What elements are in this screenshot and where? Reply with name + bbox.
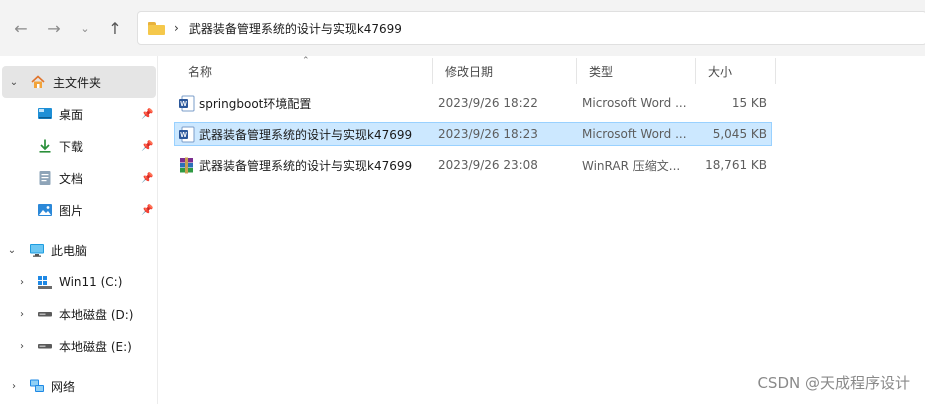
nav-item-drive-c[interactable]: › Win11 (C:)	[0, 266, 158, 298]
document-icon	[39, 171, 51, 185]
column-divider[interactable]	[775, 58, 776, 84]
file-row-selected[interactable]: W 武器装备管理系统的设计与实现k47699 2023/9/26 18:23 M…	[174, 122, 772, 146]
nav-label-documents: 文档	[59, 171, 84, 186]
chevron-right-icon[interactable]: ›	[16, 309, 28, 320]
up-arrow-icon[interactable]: ↑	[103, 16, 127, 40]
nav-label-pictures: 图片	[59, 203, 84, 218]
chevron-down-icon[interactable]: ⌄	[8, 77, 20, 88]
drive-icon	[38, 344, 52, 349]
pin-icon[interactable]: 📌	[141, 205, 153, 216]
pin-icon[interactable]: 📌	[141, 141, 153, 152]
file-size: 18,761 KB	[705, 158, 767, 172]
nav-item-network[interactable]: › 网络	[0, 370, 158, 402]
nav-label-drive-e: 本地磁盘 (E:)	[59, 339, 132, 354]
file-date: 2023/9/26 23:08	[438, 158, 538, 172]
nav-label-drive-c: Win11 (C:)	[59, 275, 123, 289]
back-arrow-icon[interactable]: ←	[9, 16, 33, 40]
column-header-type-label: 类型	[589, 64, 614, 79]
pin-icon[interactable]: 📌	[141, 109, 153, 120]
chevron-right-icon[interactable]: ›	[8, 381, 20, 392]
folder-icon	[148, 21, 165, 35]
file-type: WinRAR 压缩文...	[582, 158, 681, 173]
computer-icon	[30, 244, 44, 257]
nav-item-home[interactable]: ⌄ 主文件夹	[2, 66, 156, 98]
file-date: 2023/9/26 18:23	[438, 127, 538, 141]
nav-label-desktop: 桌面	[59, 107, 84, 122]
column-header-name[interactable]: 名称	[176, 58, 432, 84]
navigation-bar: ← → ⌄ ↑ › 武器装备管理系统的设计与实现k47699	[0, 0, 925, 56]
nav-item-drive-d[interactable]: › 本地磁盘 (D:)	[0, 298, 158, 330]
nav-label-this-pc: 此电脑	[51, 243, 88, 258]
chevron-right-icon[interactable]: ›	[16, 341, 28, 352]
navigation-pane: ⌄ 主文件夹 桌面 📌 下载 📌 文档 📌 图片 📌 ⌄ 此电脑 › Win11…	[0, 56, 158, 404]
nav-item-documents[interactable]: 文档 📌	[0, 162, 158, 194]
file-name: 武器装备管理系统的设计与实现k47699	[199, 158, 413, 173]
nav-label-downloads: 下载	[59, 139, 84, 154]
pin-icon[interactable]: 📌	[141, 173, 153, 184]
forward-arrow-icon[interactable]: →	[42, 16, 66, 40]
windows-drive-icon	[38, 276, 52, 289]
column-header-type[interactable]: 类型	[577, 58, 695, 84]
nav-item-drive-e[interactable]: › 本地磁盘 (E:)	[0, 330, 158, 362]
column-header-size[interactable]: 大小	[696, 58, 775, 84]
download-icon	[39, 139, 51, 153]
file-size: 15 KB	[731, 96, 767, 110]
chevron-right-icon[interactable]: ›	[16, 277, 28, 288]
file-type: Microsoft Word ...	[582, 96, 687, 110]
file-name: 武器装备管理系统的设计与实现k47699	[199, 127, 413, 142]
nav-item-pictures[interactable]: 图片 📌	[0, 194, 158, 226]
column-header-size-label: 大小	[708, 64, 733, 79]
file-row[interactable]: W springboot环境配置 2023/9/26 18:22 Microso…	[174, 91, 772, 115]
svg-text:W: W	[180, 101, 187, 108]
winrar-archive-icon	[180, 157, 193, 174]
column-header-name-label: 名称	[188, 64, 213, 79]
chevron-down-icon[interactable]: ⌄	[6, 245, 18, 256]
drive-icon	[38, 312, 52, 317]
nav-label-drive-d: 本地磁盘 (D:)	[59, 307, 134, 322]
recent-locations-chevron-icon[interactable]: ⌄	[73, 16, 97, 40]
nav-item-desktop[interactable]: 桌面 📌	[0, 98, 158, 130]
pictures-icon	[38, 204, 52, 216]
word-doc-icon: W	[179, 95, 195, 112]
address-bar[interactable]: › 武器装备管理系统的设计与实现k47699	[137, 11, 925, 45]
word-doc-icon: W	[179, 126, 195, 143]
nav-item-this-pc[interactable]: ⌄ 此电脑	[0, 234, 158, 266]
nav-item-downloads[interactable]: 下载 📌	[0, 130, 158, 162]
breadcrumb-current-folder[interactable]: 武器装备管理系统的设计与实现k47699	[189, 20, 402, 37]
watermark: CSDN @天成程序设计	[757, 374, 910, 392]
breadcrumb-separator-icon[interactable]: ›	[174, 21, 179, 35]
file-list-header: ⌃ 名称 修改日期 类型 大小	[176, 56, 776, 84]
file-type: Microsoft Word ...	[582, 127, 687, 141]
file-name: springboot环境配置	[199, 96, 312, 111]
nav-label-network: 网络	[51, 379, 76, 394]
file-date: 2023/9/26 18:22	[438, 96, 538, 110]
home-icon	[31, 75, 45, 88]
column-header-date-label: 修改日期	[445, 64, 494, 79]
network-icon	[30, 379, 44, 392]
file-row[interactable]: 武器装备管理系统的设计与实现k47699 2023/9/26 23:08 Win…	[174, 153, 772, 177]
file-size: 5,045 KB	[712, 127, 767, 141]
column-header-date[interactable]: 修改日期	[433, 58, 577, 84]
nav-label-home: 主文件夹	[53, 75, 102, 90]
desktop-icon	[38, 108, 52, 119]
svg-text:W: W	[180, 132, 187, 139]
